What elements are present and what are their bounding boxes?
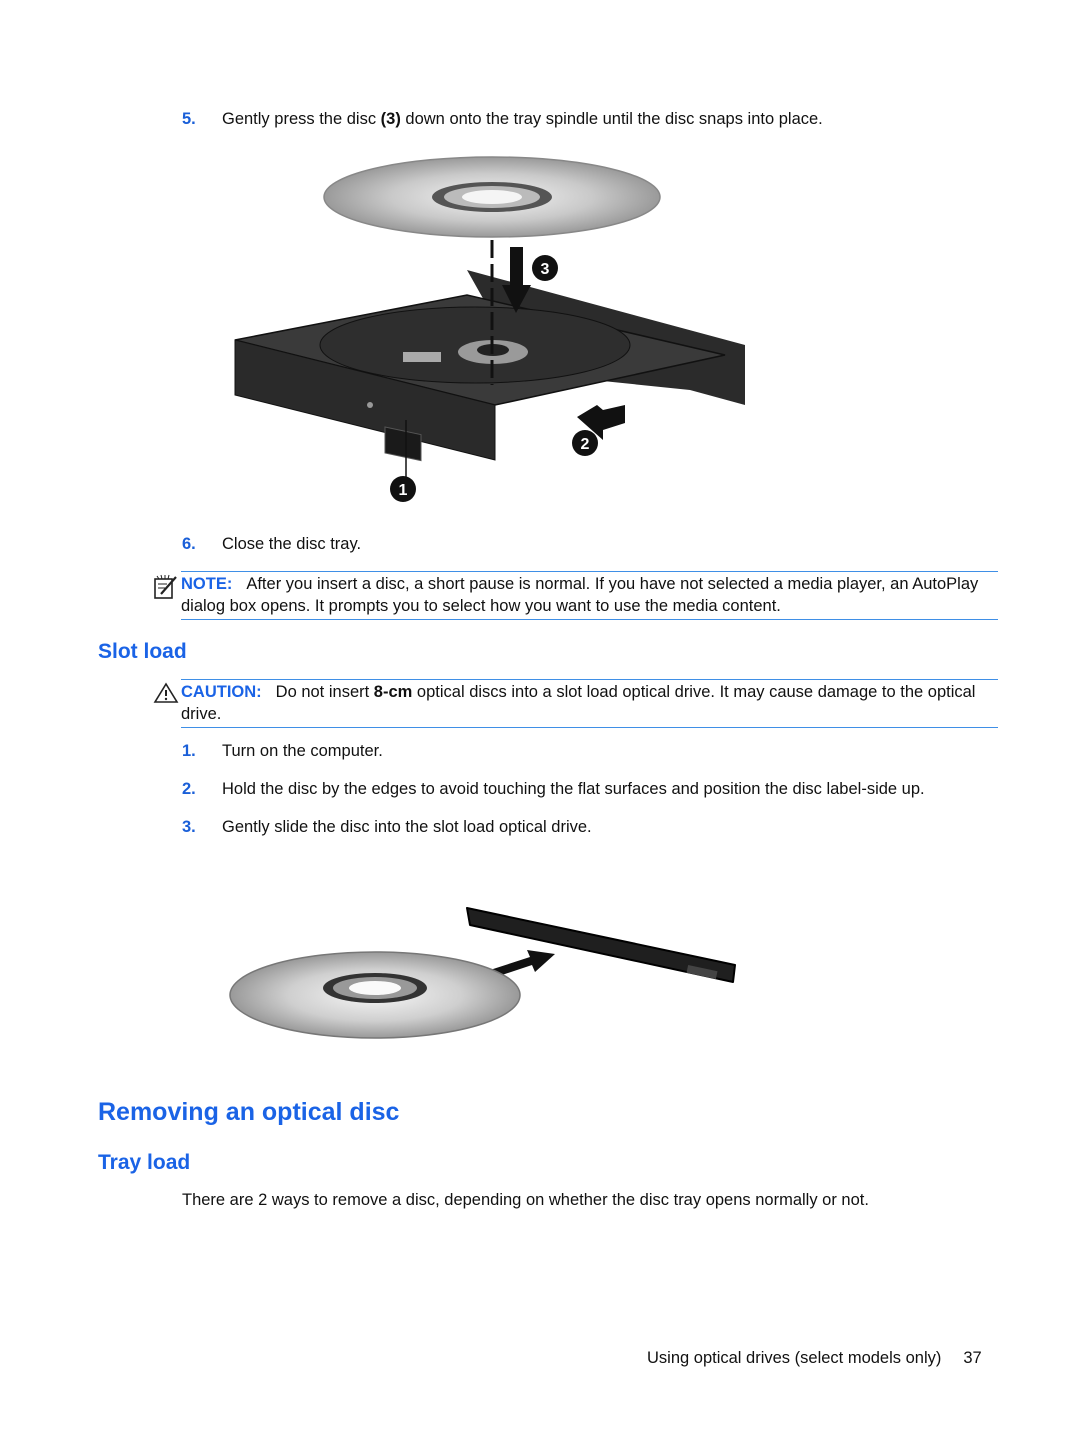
svg-text:1: 1 (399, 482, 408, 499)
page-footer: Using optical drives (select models only… (647, 1349, 982, 1368)
step-number: 3. (182, 818, 196, 836)
callout-badge-2: 2 (572, 430, 598, 456)
slot-load-illustration (229, 907, 736, 1039)
caution-callout: CAUTION: Do not insert 8-cm optical discs… (181, 679, 998, 728)
step-number: 1. (182, 742, 196, 760)
step-number: 6. (182, 535, 196, 553)
step-text-part: Gently press the disc (222, 110, 381, 128)
caution-text-bold: 8-cm (373, 683, 413, 701)
section-heading-removing: Removing an optical disc (98, 1098, 400, 1126)
note-pencil-icon (154, 574, 177, 599)
step-text: Turn on the computer. (222, 742, 383, 760)
step-text: Gently slide the disc into the slot load… (222, 818, 592, 836)
caution-text-part: Do not insert (275, 683, 374, 701)
footer-section-title: Using optical drives (select models only… (647, 1349, 942, 1367)
step-number: 5. (182, 110, 196, 128)
tray-load-illustration: 1 2 3 (234, 156, 745, 502)
page-number: 37 (963, 1349, 982, 1367)
note-text: After you insert a disc, a short pause i… (181, 575, 979, 615)
step-text-bold: (3) (380, 110, 401, 128)
callout-badge-1: 1 (390, 476, 416, 502)
step-text: Hold the disc by the edges to avoid touc… (222, 780, 925, 798)
step-text: Gently press the disc (3) down onto the … (222, 109, 823, 129)
step-number: 2. (182, 780, 196, 798)
note-label: NOTE: (181, 575, 233, 593)
caution-label: CAUTION: (181, 683, 262, 701)
note-callout: NOTE: After you insert a disc, a short pa… (181, 571, 998, 620)
disc-shape (229, 951, 521, 1039)
disc-shape (323, 156, 661, 238)
step-text-part: down onto the tray spindle until the dis… (400, 110, 823, 128)
section-heading-tray-load: Tray load (98, 1151, 191, 1174)
svg-text:3: 3 (541, 261, 550, 278)
removing-paragraph: There are 2 ways to remove a disc, depen… (182, 1191, 869, 1209)
callout-badge-3: 3 (532, 255, 558, 281)
drive-tray-shape (234, 270, 745, 462)
step-text: Close the disc tray. (222, 535, 362, 553)
svg-text:2: 2 (581, 436, 590, 453)
warning-triangle-icon (153, 682, 179, 703)
section-heading-slot-load: Slot load (98, 640, 187, 663)
